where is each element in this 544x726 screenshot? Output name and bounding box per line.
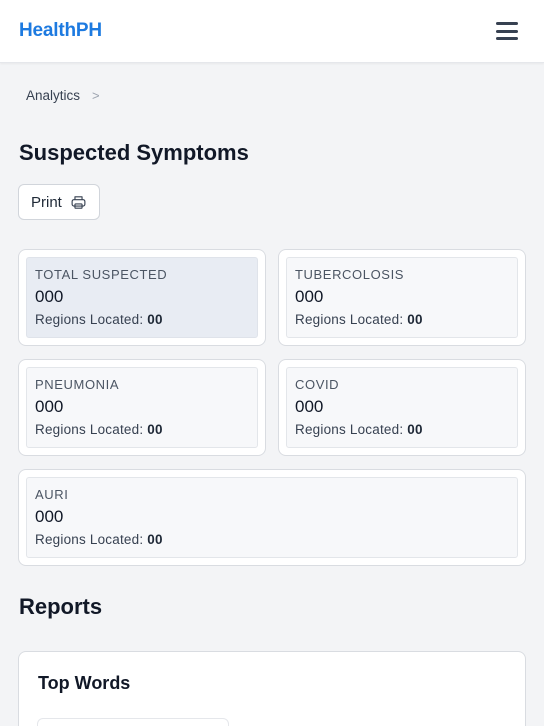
top-words-title: Top Words bbox=[38, 673, 131, 693]
breadcrumb-item-analytics[interactable]: Analytics bbox=[26, 88, 80, 103]
stat-card-inner: TOTAL SUSPECTED 000 Regions Located: 00 bbox=[26, 257, 258, 338]
regions-label: Regions Located: bbox=[35, 422, 144, 437]
regions-label: Regions Located: bbox=[35, 532, 144, 547]
top-header: HealthPH bbox=[0, 0, 544, 63]
stat-card-title: TOTAL SUSPECTED bbox=[35, 267, 168, 282]
print-button-label: Print bbox=[31, 193, 62, 211]
print-button[interactable]: Print bbox=[18, 184, 100, 220]
stat-card-value: 000 bbox=[35, 397, 64, 416]
regions-value: 00 bbox=[147, 422, 163, 437]
reports-section-title: Reports bbox=[19, 594, 103, 619]
stat-card-regions: Regions Located: 00 bbox=[295, 422, 509, 437]
stat-card-pneumonia[interactable]: PNEUMONIA 000 Regions Located: 00 bbox=[18, 359, 266, 456]
stat-card-value: 000 bbox=[295, 287, 324, 306]
top-words-content-box bbox=[37, 718, 229, 726]
stat-card-inner: TUBERCOLOSIS 000 Regions Located: 00 bbox=[286, 257, 518, 338]
stat-card-title: TUBERCOLOSIS bbox=[295, 267, 405, 282]
printer-icon bbox=[71, 195, 86, 209]
regions-label: Regions Located: bbox=[295, 312, 404, 327]
stat-card-auri[interactable]: AURI 000 Regions Located: 00 bbox=[18, 469, 526, 566]
hamburger-menu-icon[interactable] bbox=[496, 22, 518, 40]
breadcrumb: Analytics > bbox=[26, 88, 100, 103]
stat-card-inner: COVID 000 Regions Located: 00 bbox=[286, 367, 518, 448]
stat-card-regions: Regions Located: 00 bbox=[35, 532, 509, 547]
brand-logo[interactable]: HealthPH bbox=[19, 20, 102, 42]
stat-card-inner: PNEUMONIA 000 Regions Located: 00 bbox=[26, 367, 258, 448]
top-words-card: Top Words bbox=[18, 651, 526, 726]
page-title: Suspected Symptoms bbox=[19, 140, 249, 165]
stat-card-title: AURI bbox=[35, 487, 69, 502]
stat-card-regions: Regions Located: 00 bbox=[35, 312, 249, 327]
stat-card-title: PNEUMONIA bbox=[35, 377, 120, 392]
regions-value: 00 bbox=[147, 532, 163, 547]
stat-card-covid[interactable]: COVID 000 Regions Located: 00 bbox=[278, 359, 526, 456]
stat-card-value: 000 bbox=[35, 287, 64, 306]
regions-label: Regions Located: bbox=[295, 422, 404, 437]
stat-card-inner: AURI 000 Regions Located: 00 bbox=[26, 477, 518, 558]
regions-value: 00 bbox=[147, 312, 163, 327]
stat-card-value: 000 bbox=[35, 507, 64, 526]
stat-card-regions: Regions Located: 00 bbox=[295, 312, 509, 327]
stat-card-tubercolosis[interactable]: TUBERCOLOSIS 000 Regions Located: 00 bbox=[278, 249, 526, 346]
stat-card-title: COVID bbox=[295, 377, 340, 392]
regions-label: Regions Located: bbox=[35, 312, 144, 327]
stat-card-regions: Regions Located: 00 bbox=[35, 422, 249, 437]
regions-value: 00 bbox=[407, 422, 423, 437]
regions-value: 00 bbox=[407, 312, 423, 327]
chevron-right-icon: > bbox=[92, 88, 100, 103]
stat-card-value: 000 bbox=[295, 397, 324, 416]
stat-card-total-suspected[interactable]: TOTAL SUSPECTED 000 Regions Located: 00 bbox=[18, 249, 266, 346]
